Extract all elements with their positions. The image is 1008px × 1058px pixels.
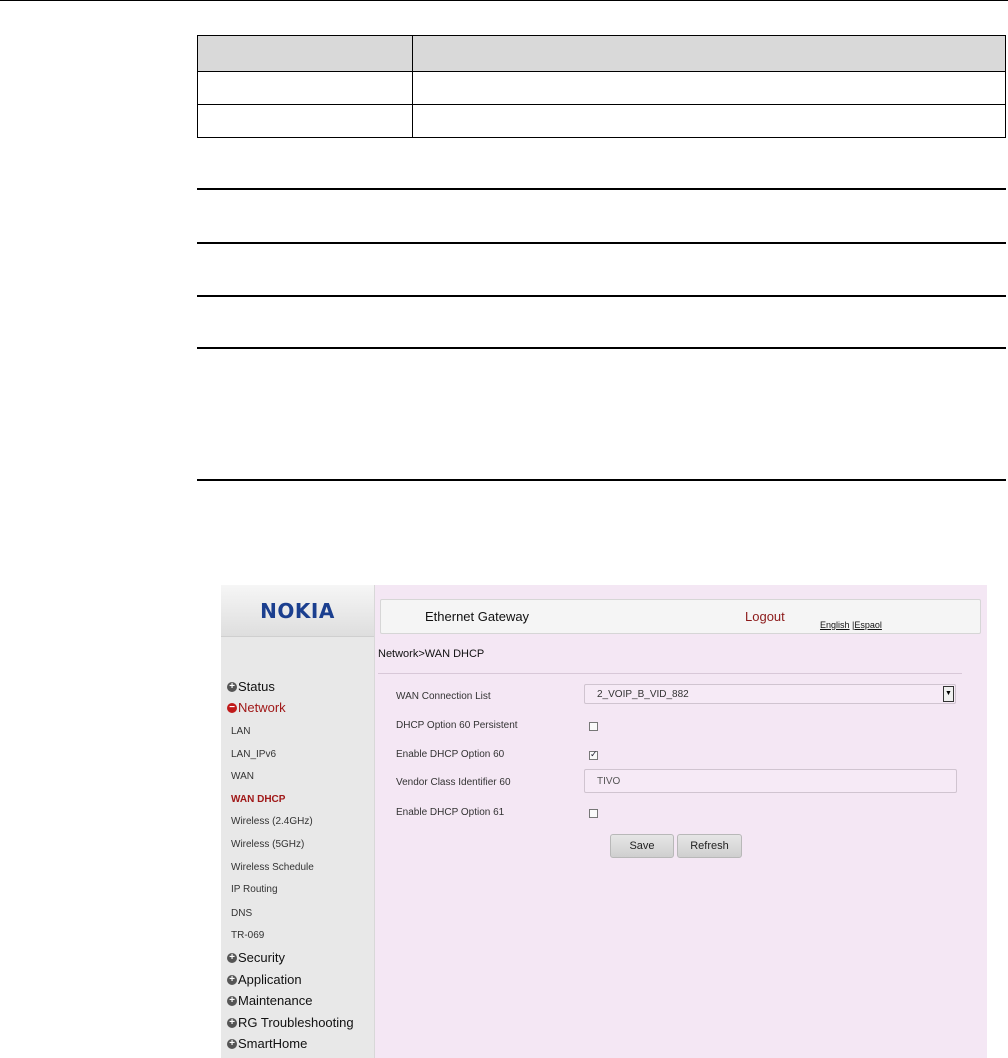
lang-english-link[interactable]: English	[820, 620, 850, 630]
app-title: Ethernet Gateway	[425, 609, 530, 624]
nav-sub-lan[interactable]: LAN	[231, 726, 250, 737]
divider-rule	[197, 188, 1006, 190]
nokia-logo: NOKIA	[260, 599, 335, 623]
doc-table-row	[197, 104, 1006, 138]
nav-sub-wan[interactable]: WAN	[231, 771, 254, 782]
expand-plus-icon: +	[227, 995, 237, 1006]
nav-sub-lan-ipv6[interactable]: LAN_IPv6	[231, 749, 276, 760]
content-divider	[378, 673, 962, 674]
nav-sub-tr069[interactable]: TR-069	[231, 930, 264, 941]
breadcrumb: Network>WAN DHCP	[378, 648, 485, 660]
enable-opt61-label: Enable DHCP Option 61	[396, 807, 505, 818]
sidebar: NOKIA + Status − Network LAN LAN_IPv6 WAN …	[221, 585, 375, 1058]
nav-rg-troubleshooting[interactable]: + RG Troubleshooting	[227, 1015, 354, 1030]
logout-link[interactable]: Logout	[745, 609, 785, 624]
header-bar: Ethernet Gateway Logout English |Espaol	[380, 599, 981, 634]
nav-sub-wireless-5[interactable]: Wireless (5GHz)	[231, 839, 304, 850]
nav-status[interactable]: + Status	[227, 679, 275, 694]
enable-opt60-label: Enable DHCP Option 60	[396, 749, 505, 760]
opt60-persistent-checkbox[interactable]	[589, 722, 598, 731]
wan-connection-value: 2_VOIP_B_VID_882	[597, 689, 689, 700]
nav-sub-wireless-schedule[interactable]: Wireless Schedule	[231, 862, 314, 873]
nav-network[interactable]: − Network	[227, 700, 286, 715]
refresh-button[interactable]: Refresh	[677, 834, 742, 858]
divider-rule	[197, 479, 1006, 481]
wan-list-label: WAN Connection List	[396, 691, 491, 702]
lang-spanish-link[interactable]: Espaol	[854, 620, 882, 630]
nav-sub-ip-routing[interactable]: IP Routing	[231, 884, 278, 895]
collapse-minus-icon: −	[227, 702, 237, 713]
nav-maintenance[interactable]: + Maintenance	[227, 993, 312, 1008]
expand-plus-icon: +	[227, 681, 237, 692]
language-switch: English |Espaol	[820, 620, 882, 630]
doc-table	[197, 35, 1006, 138]
expand-plus-icon: +	[227, 952, 237, 963]
nav-sub-dns[interactable]: DNS	[231, 908, 252, 919]
opt60-persistent-label: DHCP Option 60 Persistent	[396, 720, 518, 731]
divider-rule	[197, 242, 1006, 244]
nav-security[interactable]: + Security	[227, 950, 285, 965]
logo-box: NOKIA	[221, 585, 374, 637]
enable-opt61-checkbox[interactable]	[589, 809, 598, 818]
chevron-down-icon[interactable]: ▼	[943, 686, 954, 702]
expand-plus-icon: +	[227, 974, 237, 985]
vendor-class-value: TIVO	[597, 776, 621, 787]
divider-rule	[197, 347, 1006, 349]
router-admin-screenshot: NOKIA + Status − Network LAN LAN_IPv6 WAN …	[221, 585, 987, 1058]
divider-rule	[197, 295, 1006, 297]
top-rule	[0, 0, 1008, 1]
nav-sub-wan-dhcp[interactable]: WAN DHCP	[231, 794, 285, 805]
vendor-class-input[interactable]: TIVO	[584, 769, 957, 793]
nav-application[interactable]: + Application	[227, 972, 302, 987]
nav-smarthome[interactable]: + SmartHome	[227, 1036, 307, 1051]
nav-sub-wireless-24[interactable]: Wireless (2.4GHz)	[231, 816, 313, 827]
enable-opt60-checkbox[interactable]	[589, 749, 598, 760]
expand-plus-icon: +	[227, 1017, 237, 1028]
vendor-class-label: Vendor Class Identifier 60	[396, 777, 511, 788]
save-button[interactable]: Save	[610, 834, 674, 858]
expand-plus-icon: +	[227, 1038, 237, 1049]
wan-connection-select[interactable]: 2_VOIP_B_VID_882 ▼	[584, 684, 956, 704]
doc-table-row	[197, 71, 1006, 105]
doc-table-header-row	[197, 35, 1006, 72]
